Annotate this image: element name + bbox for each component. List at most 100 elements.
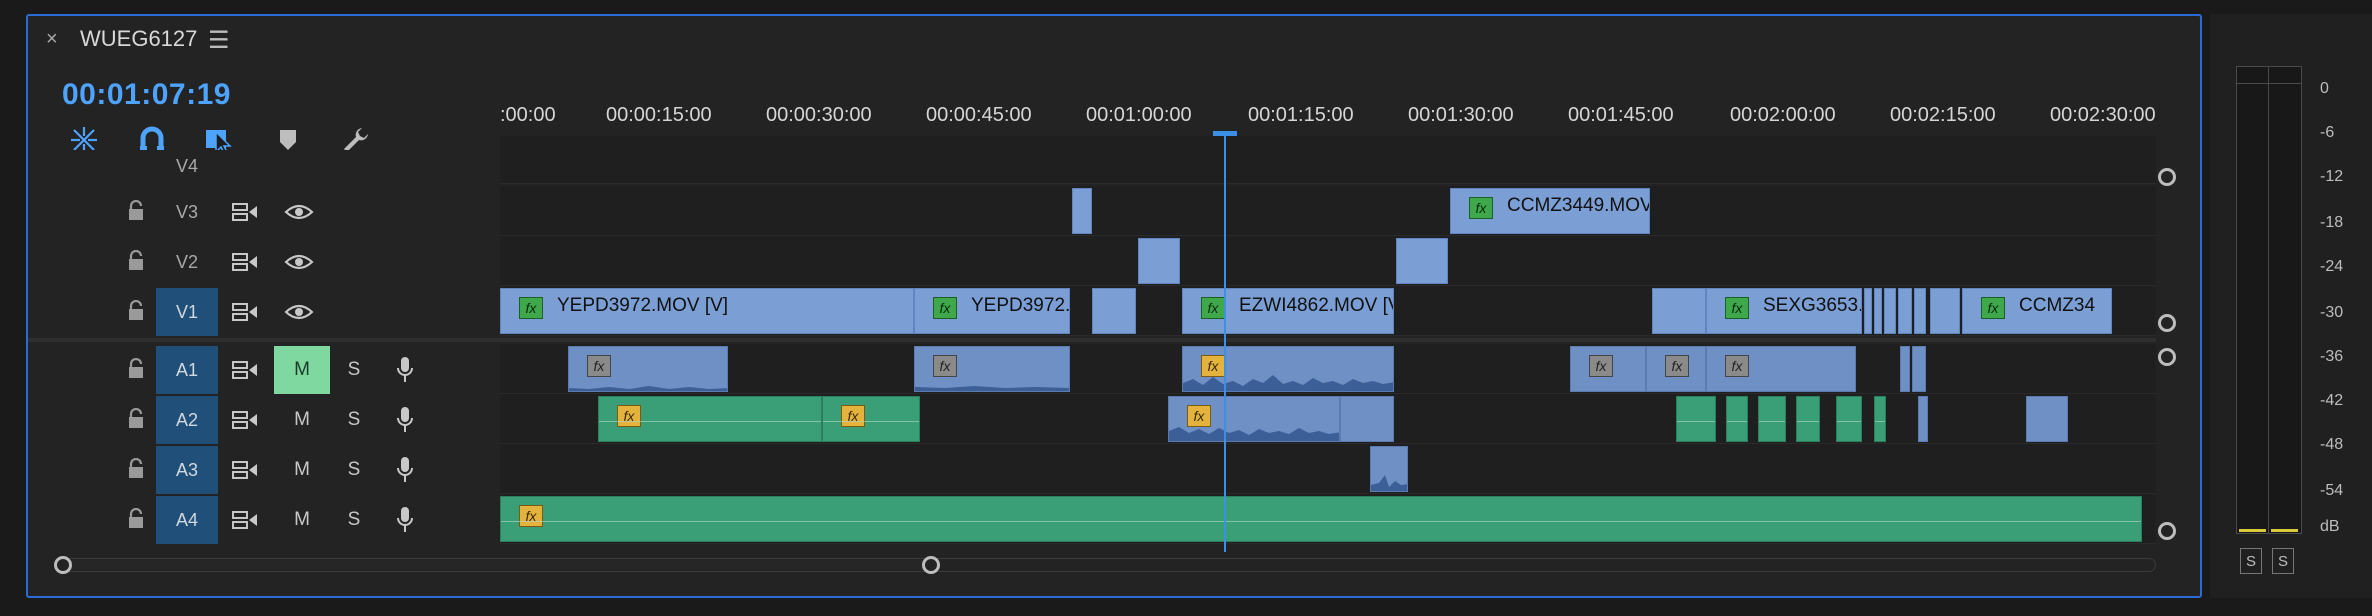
audio-clip[interactable]	[1796, 396, 1820, 442]
volume-line[interactable]	[1797, 421, 1819, 422]
video-clip-ccmz34[interactable]: fx CCMZ34	[1962, 288, 2112, 334]
eye-icon[interactable]	[284, 252, 314, 272]
video-clip-sexg3653[interactable]: fx SEXG3653.	[1706, 288, 1862, 334]
audio-clip[interactable]	[1900, 346, 1910, 392]
sync-lock-icon[interactable]	[232, 410, 258, 430]
video-clip[interactable]	[1652, 288, 1706, 334]
audio-clip[interactable]: fx	[1182, 346, 1394, 392]
zoom-handle-right[interactable]	[922, 556, 940, 574]
sync-lock-icon[interactable]	[232, 510, 258, 530]
audio-clip[interactable]	[1340, 396, 1394, 442]
vertical-scroll-handle[interactable]	[2158, 522, 2176, 540]
horizontal-scrollbar-thumb[interactable]	[64, 560, 932, 570]
video-clip-yepd3972-second[interactable]: fx YEPD3972.	[914, 288, 1070, 334]
video-clip-ezwi4862[interactable]: fx EZWI4862.MOV [V	[1182, 288, 1394, 334]
video-clip[interactable]	[1072, 188, 1092, 234]
lock-icon[interactable]	[126, 508, 146, 530]
panel-menu-icon[interactable]: ☰	[208, 26, 230, 55]
sync-lock-icon[interactable]	[232, 360, 258, 380]
vertical-scroll-handle[interactable]	[2158, 348, 2176, 366]
solo-button-a1[interactable]: S	[330, 346, 378, 394]
audio-clip[interactable]	[1676, 396, 1716, 442]
volume-line[interactable]	[1759, 421, 1785, 422]
sync-lock-icon[interactable]	[232, 202, 258, 222]
audio-clip[interactable]: fx	[1168, 396, 1340, 442]
vertical-scroll-handle[interactable]	[2158, 168, 2176, 186]
video-clip[interactable]	[1898, 288, 1912, 334]
track-label-a4[interactable]: A4	[156, 496, 218, 544]
track-label-a3[interactable]: A3	[156, 446, 218, 494]
audio-clip[interactable]	[1874, 396, 1886, 442]
mute-button-a3[interactable]: M	[274, 446, 330, 494]
audio-clip[interactable]: fx	[500, 496, 2142, 542]
track-label-a1[interactable]: A1	[156, 346, 218, 394]
track-label-v2[interactable]: V2	[156, 238, 218, 286]
video-clip[interactable]	[1930, 288, 1960, 334]
track-lane-a3[interactable]	[500, 444, 2156, 494]
sequence-tab-title[interactable]: WUEG6127	[80, 26, 197, 52]
volume-line[interactable]	[1677, 421, 1715, 422]
microphone-icon[interactable]	[396, 406, 414, 434]
meter-solo-right-button[interactable]: S	[2272, 548, 2294, 574]
microphone-icon[interactable]	[396, 456, 414, 484]
audio-clip[interactable]: fx	[1570, 346, 1646, 392]
lock-icon[interactable]	[126, 250, 146, 272]
eye-icon[interactable]	[284, 302, 314, 322]
lock-icon[interactable]	[126, 200, 146, 222]
audio-clip[interactable]: fx	[568, 346, 728, 392]
mute-button-a4[interactable]: M	[274, 496, 330, 544]
playhead-timecode[interactable]: 00:01:07:19	[62, 78, 231, 112]
eye-icon[interactable]	[284, 202, 314, 222]
audio-clip[interactable]: fx	[914, 346, 1070, 392]
audio-clip[interactable]	[1918, 396, 1928, 442]
mute-button-a1[interactable]: M	[274, 346, 330, 394]
lock-icon[interactable]	[126, 300, 146, 322]
track-label-v4[interactable]: V4	[156, 142, 218, 190]
volume-line[interactable]	[1837, 421, 1861, 422]
track-lane-v2[interactable]	[500, 236, 2156, 286]
audio-clip[interactable]: fx	[1706, 346, 1856, 392]
volume-line[interactable]	[1727, 421, 1747, 422]
solo-button-a2[interactable]: S	[330, 396, 378, 444]
sync-lock-icon[interactable]	[232, 460, 258, 480]
volume-line[interactable]	[1875, 421, 1885, 422]
video-clip[interactable]	[1396, 238, 1448, 284]
audio-clip[interactable]: fx	[822, 396, 920, 442]
video-clip-yepd3972[interactable]: fx YEPD3972.MOV [V]	[500, 288, 914, 334]
lock-icon[interactable]	[126, 358, 146, 380]
microphone-icon[interactable]	[396, 506, 414, 534]
volume-line[interactable]	[501, 521, 2141, 522]
volume-line[interactable]	[599, 421, 821, 422]
solo-button-a3[interactable]: S	[330, 446, 378, 494]
solo-button-a4[interactable]: S	[330, 496, 378, 544]
audio-clip[interactable]	[2026, 396, 2068, 442]
volume-line[interactable]	[823, 421, 919, 422]
zoom-handle-left[interactable]	[54, 556, 72, 574]
audio-clip[interactable]	[1836, 396, 1862, 442]
video-clip[interactable]	[1092, 288, 1136, 334]
audio-clip[interactable]	[1758, 396, 1786, 442]
video-clip[interactable]	[1864, 288, 1872, 334]
vertical-scroll-handle[interactable]	[2158, 314, 2176, 332]
sync-lock-icon[interactable]	[232, 302, 258, 322]
audio-clip[interactable]	[1726, 396, 1748, 442]
lock-icon[interactable]	[126, 458, 146, 480]
close-tab-button[interactable]: ×	[46, 28, 58, 51]
track-lane-v3[interactable]	[500, 186, 2156, 236]
track-lane-v4[interactable]	[500, 136, 2156, 184]
microphone-icon[interactable]	[396, 356, 414, 384]
track-label-v1[interactable]: V1	[156, 288, 218, 336]
audio-clip[interactable]	[1912, 346, 1926, 392]
sync-lock-icon[interactable]	[232, 252, 258, 272]
mute-button-a2[interactable]: M	[274, 396, 330, 444]
audio-clip[interactable]: fx	[1646, 346, 1706, 392]
video-clip[interactable]	[1874, 288, 1882, 334]
track-label-v3[interactable]: V3	[156, 188, 218, 236]
lock-icon[interactable]	[126, 408, 146, 430]
video-clip-ccmz3449[interactable]: fx CCMZ3449.MOV	[1450, 188, 1650, 234]
meter-solo-left-button[interactable]: S	[2240, 548, 2262, 574]
audio-clip[interactable]	[1370, 446, 1408, 492]
video-audio-divider[interactable]	[28, 338, 2156, 342]
track-label-a2[interactable]: A2	[156, 396, 218, 444]
video-clip[interactable]	[1138, 238, 1180, 284]
